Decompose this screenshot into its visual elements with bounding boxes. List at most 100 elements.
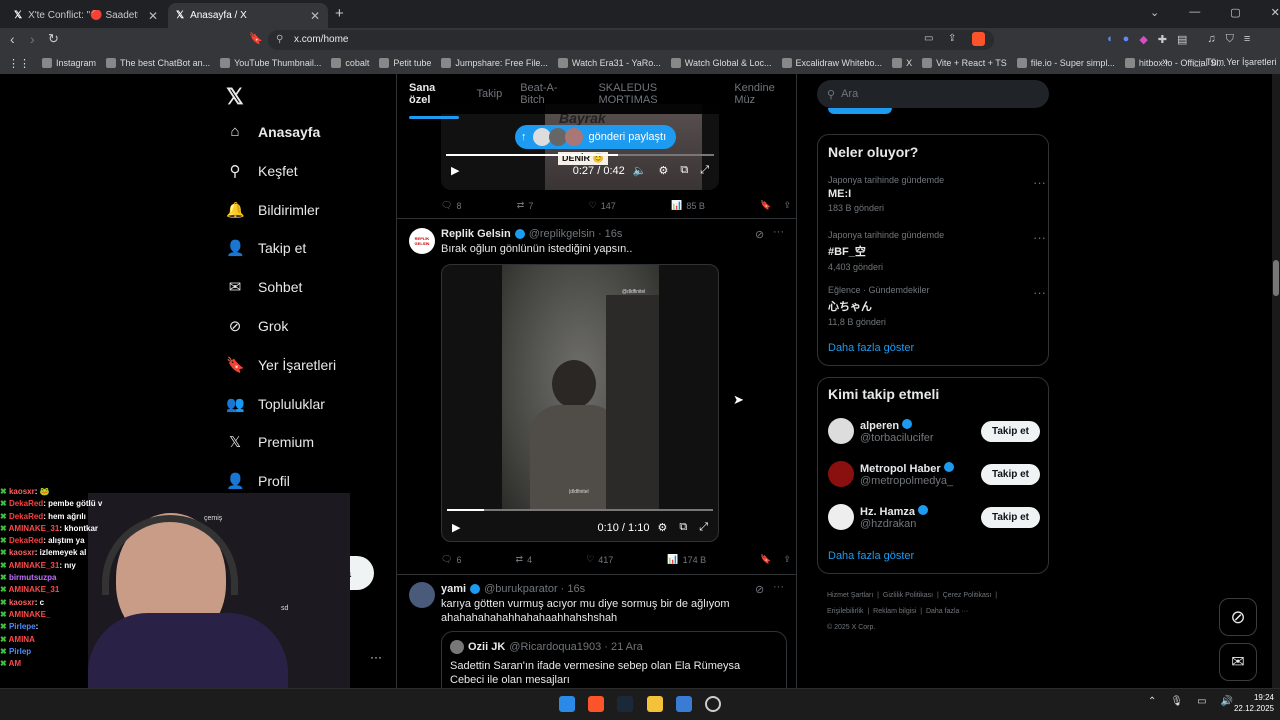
feed-tab[interactable]: Beat-A-Bitch [520, 82, 580, 106]
views-button[interactable]: 📊 85 B [671, 200, 705, 211]
sidebar-toggle-icon[interactable]: ▤ [1177, 33, 1187, 46]
account-more-icon[interactable]: ··· [370, 650, 382, 664]
video-progress-track[interactable] [447, 509, 713, 511]
video-player[interactable]: @dldfinitel |dldfinitel ▶ 0:10 / 1:10 ⚙ … [441, 264, 719, 542]
trend-item[interactable]: Japonya tarihinde gündemde ME:I 183 B gönd… [828, 175, 1046, 213]
apps-icon[interactable]: ⋮⋮ [8, 57, 30, 70]
extension-icon[interactable]: ◖ [1106, 33, 1113, 46]
subscribe-button-edge[interactable] [828, 108, 892, 114]
like-button[interactable]: ♡ 417 [586, 554, 613, 565]
site-info-icon[interactable]: ⚲ [276, 34, 283, 45]
nav-item-5[interactable]: ⊘ Grok [226, 317, 289, 335]
bookmark-item[interactable]: Instagram [42, 58, 96, 68]
footer-link[interactable]: Daha fazla ··· [926, 608, 968, 615]
author-name[interactable]: Replik Gelsin [441, 228, 511, 240]
tab-search-icon[interactable]: ⌄ [1150, 6, 1159, 19]
tab-conflict[interactable]: 𝕏 X'te Conflict: "🔴 Saadettin Saran ve ✕ [6, 3, 166, 28]
footer-link[interactable]: Reklam bilgisi [873, 608, 916, 615]
avatar[interactable] [828, 504, 854, 530]
more-options-icon[interactable]: ··· [1033, 285, 1046, 300]
settings-icon[interactable]: ⚙ [657, 521, 667, 534]
feed-tab[interactable]: SKALEDUS MORTIMAS [598, 82, 716, 106]
fullscreen-icon[interactable]: ⤢ [700, 164, 709, 177]
tab-anasayfa[interactable]: 𝕏 Anasayfa / X ✕ [168, 3, 328, 28]
show-more-follow-link[interactable]: Daha fazla göster [828, 550, 914, 562]
reload-icon[interactable]: ↻ [48, 31, 59, 47]
bookmark-item[interactable]: Jumpshare: Free File... [441, 58, 548, 68]
footer-link[interactable]: Gizlilik Politikası [883, 592, 933, 599]
close-tab-icon[interactable]: ✕ [310, 9, 320, 23]
reply-button[interactable]: 🗨 6 [441, 554, 461, 565]
follow-suggestion[interactable]: Hz. Hamza @hzdrakan Takip et [828, 500, 1040, 534]
video-progress-track[interactable] [446, 154, 714, 156]
bookmark-item[interactable]: Watch Era31 - YaRo... [557, 58, 661, 68]
nav-item-6[interactable]: 🔖 Yer İşaretleri [226, 356, 336, 374]
extensions-icon[interactable]: ✚ [1158, 33, 1167, 46]
grok-icon[interactable]: ⊘ [755, 228, 764, 241]
bookmark-icon[interactable]: 🔖 [760, 200, 771, 211]
more-bookmarks-icon[interactable]: » [1162, 56, 1168, 68]
x-logo-icon[interactable]: 𝕏 [226, 84, 244, 110]
steam-icon[interactable] [617, 696, 633, 712]
brave-browser-icon[interactable] [588, 696, 604, 712]
page-scrollbar[interactable] [1272, 74, 1280, 688]
follow-suggestion[interactable]: alperen @torbacilucifer Takip et [828, 414, 1040, 448]
all-bookmarks-folder[interactable]: 🗀 Tüm Yer İşaretleri [1193, 57, 1277, 73]
repost-button[interactable]: ⇄ 4 [516, 554, 533, 565]
show-more-trends-link[interactable]: Daha fazla göster [828, 342, 914, 354]
brave-shield-icon[interactable] [972, 32, 985, 46]
bookmark-page-icon[interactable]: 🔖 [249, 32, 263, 45]
bookmark-item[interactable]: X [892, 58, 912, 68]
share-icon[interactable]: ⇪ [948, 33, 956, 44]
follow-suggestion[interactable]: Metropol Haber @metropolmedya_ Takip et [828, 457, 1040, 491]
avatar[interactable] [828, 418, 854, 444]
feed-tab[interactable]: Kendine Müz [734, 82, 796, 106]
vpn-icon[interactable]: ⛉ [1226, 33, 1234, 46]
avatar[interactable] [409, 582, 435, 608]
bookmark-item[interactable]: Petit tube [379, 58, 431, 68]
scroll-thumb[interactable] [1273, 260, 1279, 296]
play-icon[interactable]: ▶ [451, 164, 459, 177]
nav-item-8[interactable]: 𝕏 Premium [226, 433, 314, 451]
follow-name[interactable]: Hz. Hamza [860, 506, 915, 518]
nav-item-4[interactable]: ✉ Sohbet [226, 278, 303, 296]
menu-icon[interactable]: ≡ [1244, 33, 1250, 46]
more-options-icon[interactable]: ··· [773, 581, 784, 593]
play-icon[interactable]: ▶ [452, 521, 460, 534]
more-options-icon[interactable]: ··· [1033, 230, 1046, 245]
feed-tab[interactable]: Sana özel [409, 82, 459, 119]
obs-icon[interactable] [705, 696, 721, 712]
follow-name[interactable]: Metropol Haber [860, 463, 941, 475]
back-icon[interactable]: ‹ [10, 31, 15, 47]
nav-item-7[interactable]: 👥 Topluluklar [226, 395, 325, 413]
nav-item-0[interactable]: ⌂ Anasayfa [226, 123, 320, 140]
new-tab-button[interactable]: + [335, 5, 344, 22]
messages-fab[interactable]: ✉ [1219, 643, 1257, 681]
footer-link[interactable]: Çerez Politikası [943, 592, 992, 599]
author-handle[interactable]: @burukparator · 16s [484, 583, 585, 595]
network-icon[interactable]: ▭ [1197, 696, 1206, 707]
bookmark-item[interactable]: cobalt [331, 58, 369, 68]
grok-fab[interactable]: ⊘ [1219, 598, 1257, 636]
extension-icon[interactable]: ● [1123, 33, 1130, 46]
trend-item[interactable]: Japonya tarihinde gündemde #BF_空 4,403 gön… [828, 230, 1046, 272]
maximize-icon[interactable]: ▢ [1230, 6, 1240, 19]
footer-link[interactable]: Erişilebilirlik [827, 608, 864, 615]
nav-item-1[interactable]: ⚲ Keşfet [226, 162, 298, 180]
cast-icon[interactable]: ▭ [924, 33, 933, 44]
media-icon[interactable]: ♫ [1207, 33, 1215, 46]
author-name[interactable]: yami [441, 583, 466, 595]
bookmark-item[interactable]: The best ChatBot an... [106, 58, 210, 68]
app-icon[interactable] [676, 696, 692, 712]
bookmark-icon[interactable]: 🔖 [760, 554, 771, 565]
file-explorer-icon[interactable] [647, 696, 663, 712]
fullscreen-icon[interactable]: ⤢ [699, 521, 708, 534]
author-handle[interactable]: @replikgelsin · 16s [529, 228, 623, 240]
follow-name[interactable]: alperen [860, 420, 899, 432]
close-tab-icon[interactable]: ✕ [148, 9, 158, 23]
feed-tab[interactable]: Takip [477, 88, 503, 100]
trend-item[interactable]: Eğlence · Gündemdekiler 心ちゃん 11,8 B gönder… [828, 285, 1046, 327]
bookmark-item[interactable]: Vite + React + TS [922, 58, 1007, 68]
bookmark-item[interactable]: file.io - Super simpl... [1016, 58, 1115, 68]
microphone-icon[interactable]: 🎙 [1170, 696, 1183, 707]
